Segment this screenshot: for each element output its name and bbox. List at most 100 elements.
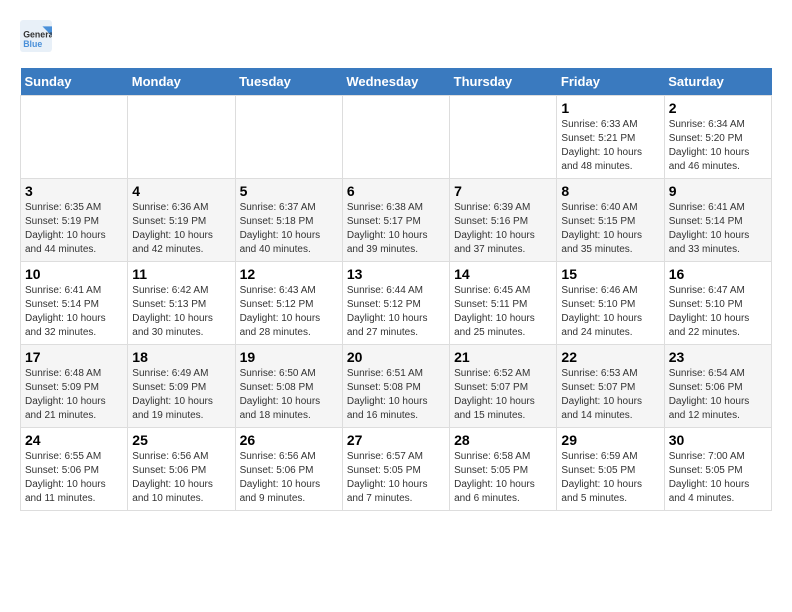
calendar-cell xyxy=(21,96,128,179)
day-number: 13 xyxy=(347,266,445,282)
calendar-cell: 7 Sunrise: 6:39 AM Sunset: 5:16 PM Daylig… xyxy=(450,179,557,262)
calendar-cell: 2 Sunrise: 6:34 AM Sunset: 5:20 PM Daylig… xyxy=(664,96,771,179)
day-number: 22 xyxy=(561,349,659,365)
day-info: Sunrise: 6:56 AM Sunset: 5:06 PM Dayligh… xyxy=(132,450,230,506)
day-info: Sunrise: 6:38 AM Sunset: 5:17 PM Dayligh… xyxy=(347,201,445,257)
week-row-3: 10 Sunrise: 6:41 AM Sunset: 5:14 PM Dayli… xyxy=(21,262,772,345)
weekday-wednesday: Wednesday xyxy=(342,68,449,96)
calendar-cell: 11 Sunrise: 6:42 AM Sunset: 5:13 PM Dayli… xyxy=(128,262,235,345)
day-number: 1 xyxy=(561,100,659,116)
calendar-cell: 20 Sunrise: 6:51 AM Sunset: 5:08 PM Dayli… xyxy=(342,345,449,428)
day-info: Sunrise: 6:47 AM Sunset: 5:10 PM Dayligh… xyxy=(669,284,767,340)
day-number: 18 xyxy=(132,349,230,365)
day-number: 14 xyxy=(454,266,552,282)
day-number: 28 xyxy=(454,432,552,448)
calendar-cell: 29Sunrise: 6:59 AM Sunset: 5:05 PM Dayli… xyxy=(557,428,664,511)
calendar-cell: 26 Sunrise: 6:56 AM Sunset: 5:06 PM Dayli… xyxy=(235,428,342,511)
calendar-table: SundayMondayTuesdayWednesdayThursdayFrid… xyxy=(20,68,772,511)
calendar-body: 1 Sunrise: 6:33 AM Sunset: 5:21 PM Daylig… xyxy=(21,96,772,511)
day-number: 7 xyxy=(454,183,552,199)
day-number: 26 xyxy=(240,432,338,448)
day-number: 19 xyxy=(240,349,338,365)
weekday-sunday: Sunday xyxy=(21,68,128,96)
day-number: 3 xyxy=(25,183,123,199)
calendar-cell: 8 Sunrise: 6:40 AM Sunset: 5:15 PM Daylig… xyxy=(557,179,664,262)
weekday-tuesday: Tuesday xyxy=(235,68,342,96)
calendar-cell xyxy=(450,96,557,179)
calendar-cell: 10 Sunrise: 6:41 AM Sunset: 5:14 PM Dayli… xyxy=(21,262,128,345)
calendar-cell: 24 Sunrise: 6:55 AM Sunset: 5:06 PM Dayli… xyxy=(21,428,128,511)
calendar-cell: 23 Sunrise: 6:54 AM Sunset: 5:06 PM Dayli… xyxy=(664,345,771,428)
day-number: 11 xyxy=(132,266,230,282)
weekday-monday: Monday xyxy=(128,68,235,96)
day-info: Sunrise: 6:44 AM Sunset: 5:12 PM Dayligh… xyxy=(347,284,445,340)
day-number: 20 xyxy=(347,349,445,365)
day-info: Sunrise: 6:51 AM Sunset: 5:08 PM Dayligh… xyxy=(347,367,445,423)
svg-text:General: General xyxy=(23,30,52,40)
calendar-cell: 1 Sunrise: 6:33 AM Sunset: 5:21 PM Daylig… xyxy=(557,96,664,179)
day-number: 8 xyxy=(561,183,659,199)
day-number: 5 xyxy=(240,183,338,199)
day-number: 2 xyxy=(669,100,767,116)
day-number: 30 xyxy=(669,432,767,448)
day-info: Sunrise: 6:41 AM Sunset: 5:14 PM Dayligh… xyxy=(25,284,123,340)
day-info: Sunrise: 6:56 AM Sunset: 5:06 PM Dayligh… xyxy=(240,450,338,506)
weekday-saturday: Saturday xyxy=(664,68,771,96)
day-info: Sunrise: 6:39 AM Sunset: 5:16 PM Dayligh… xyxy=(454,201,552,257)
day-info: Sunrise: 6:58 AM Sunset: 5:05 PM Dayligh… xyxy=(454,450,552,506)
calendar-cell: 27Sunrise: 6:57 AM Sunset: 5:05 PM Dayli… xyxy=(342,428,449,511)
calendar-cell: 17Sunrise: 6:48 AM Sunset: 5:09 PM Dayli… xyxy=(21,345,128,428)
day-info: Sunrise: 6:34 AM Sunset: 5:20 PM Dayligh… xyxy=(669,118,767,174)
logo: General Blue xyxy=(20,20,56,52)
calendar-cell: 3 Sunrise: 6:35 AM Sunset: 5:19 PM Daylig… xyxy=(21,179,128,262)
week-row-4: 17Sunrise: 6:48 AM Sunset: 5:09 PM Dayli… xyxy=(21,345,772,428)
calendar-cell: 28 Sunrise: 6:58 AM Sunset: 5:05 PM Dayli… xyxy=(450,428,557,511)
day-info: Sunrise: 6:46 AM Sunset: 5:10 PM Dayligh… xyxy=(561,284,659,340)
day-info: Sunrise: 6:49 AM Sunset: 5:09 PM Dayligh… xyxy=(132,367,230,423)
calendar-cell: 4Sunrise: 6:36 AM Sunset: 5:19 PM Daylig… xyxy=(128,179,235,262)
week-row-5: 24 Sunrise: 6:55 AM Sunset: 5:06 PM Dayli… xyxy=(21,428,772,511)
day-number: 12 xyxy=(240,266,338,282)
day-number: 21 xyxy=(454,349,552,365)
weekday-friday: Friday xyxy=(557,68,664,96)
weekday-thursday: Thursday xyxy=(450,68,557,96)
day-info: Sunrise: 6:33 AM Sunset: 5:21 PM Dayligh… xyxy=(561,118,659,174)
day-info: Sunrise: 6:52 AM Sunset: 5:07 PM Dayligh… xyxy=(454,367,552,423)
day-info: Sunrise: 6:42 AM Sunset: 5:13 PM Dayligh… xyxy=(132,284,230,340)
day-info: Sunrise: 7:00 AM Sunset: 5:05 PM Dayligh… xyxy=(669,450,767,506)
week-row-2: 3 Sunrise: 6:35 AM Sunset: 5:19 PM Daylig… xyxy=(21,179,772,262)
day-number: 23 xyxy=(669,349,767,365)
day-number: 17 xyxy=(25,349,123,365)
day-number: 24 xyxy=(25,432,123,448)
calendar-cell: 14Sunrise: 6:45 AM Sunset: 5:11 PM Dayli… xyxy=(450,262,557,345)
weekday-header-row: SundayMondayTuesdayWednesdayThursdayFrid… xyxy=(21,68,772,96)
day-info: Sunrise: 6:43 AM Sunset: 5:12 PM Dayligh… xyxy=(240,284,338,340)
day-info: Sunrise: 6:35 AM Sunset: 5:19 PM Dayligh… xyxy=(25,201,123,257)
day-number: 16 xyxy=(669,266,767,282)
calendar-cell xyxy=(128,96,235,179)
week-row-1: 1 Sunrise: 6:33 AM Sunset: 5:21 PM Daylig… xyxy=(21,96,772,179)
logo-icon: General Blue xyxy=(20,20,52,52)
calendar-cell: 16 Sunrise: 6:47 AM Sunset: 5:10 PM Dayli… xyxy=(664,262,771,345)
day-info: Sunrise: 6:54 AM Sunset: 5:06 PM Dayligh… xyxy=(669,367,767,423)
day-info: Sunrise: 6:50 AM Sunset: 5:08 PM Dayligh… xyxy=(240,367,338,423)
calendar-cell: 19 Sunrise: 6:50 AM Sunset: 5:08 PM Dayli… xyxy=(235,345,342,428)
page-header: General Blue xyxy=(20,20,772,52)
day-number: 15 xyxy=(561,266,659,282)
day-number: 6 xyxy=(347,183,445,199)
day-number: 4 xyxy=(132,183,230,199)
calendar-cell: 22 Sunrise: 6:53 AM Sunset: 5:07 PM Dayli… xyxy=(557,345,664,428)
day-info: Sunrise: 6:40 AM Sunset: 5:15 PM Dayligh… xyxy=(561,201,659,257)
svg-text:Blue: Blue xyxy=(23,39,42,49)
day-number: 10 xyxy=(25,266,123,282)
calendar-cell: 6 Sunrise: 6:38 AM Sunset: 5:17 PM Daylig… xyxy=(342,179,449,262)
day-info: Sunrise: 6:53 AM Sunset: 5:07 PM Dayligh… xyxy=(561,367,659,423)
calendar-cell xyxy=(342,96,449,179)
calendar-cell: 30 Sunrise: 7:00 AM Sunset: 5:05 PM Dayli… xyxy=(664,428,771,511)
day-number: 9 xyxy=(669,183,767,199)
calendar-cell: 25Sunrise: 6:56 AM Sunset: 5:06 PM Dayli… xyxy=(128,428,235,511)
calendar-cell: 18 Sunrise: 6:49 AM Sunset: 5:09 PM Dayli… xyxy=(128,345,235,428)
day-info: Sunrise: 6:55 AM Sunset: 5:06 PM Dayligh… xyxy=(25,450,123,506)
day-info: Sunrise: 6:57 AM Sunset: 5:05 PM Dayligh… xyxy=(347,450,445,506)
calendar-cell: 12 Sunrise: 6:43 AM Sunset: 5:12 PM Dayli… xyxy=(235,262,342,345)
